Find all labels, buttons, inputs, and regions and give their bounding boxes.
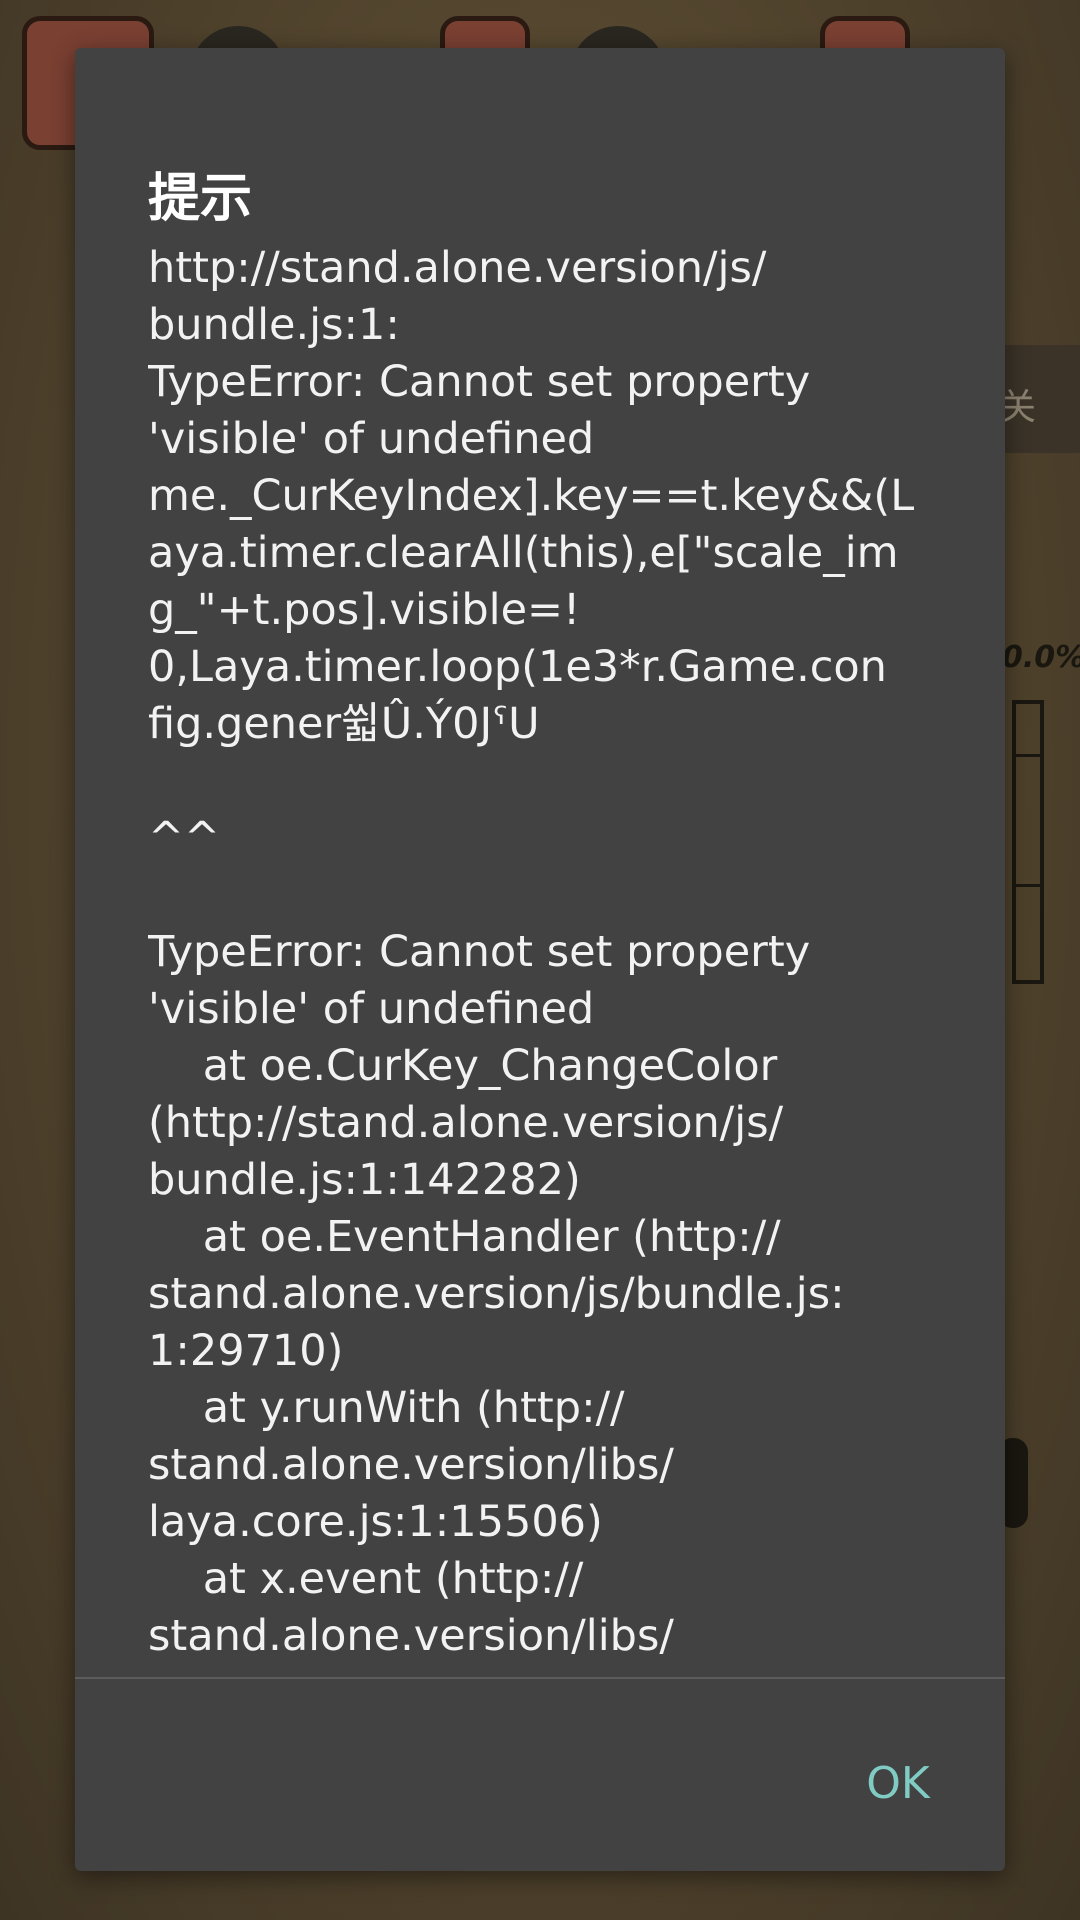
ok-button[interactable]: OK xyxy=(838,1748,958,1820)
dialog-divider xyxy=(75,1677,1005,1679)
game-side-label: 关 xyxy=(1000,387,1037,428)
dialog-message-scroll[interactable]: http://stand.alone.version/js/ bundle.js… xyxy=(148,240,948,1727)
game-progress-meter xyxy=(1012,700,1044,984)
dialog-title: 提示 xyxy=(148,169,253,229)
dialog-message: http://stand.alone.version/js/ bundle.js… xyxy=(148,243,915,1661)
game-percent-label: 0.0% xyxy=(1002,640,1080,675)
error-dialog: 提示 http://stand.alone.version/js/ bundle… xyxy=(75,48,1005,1871)
